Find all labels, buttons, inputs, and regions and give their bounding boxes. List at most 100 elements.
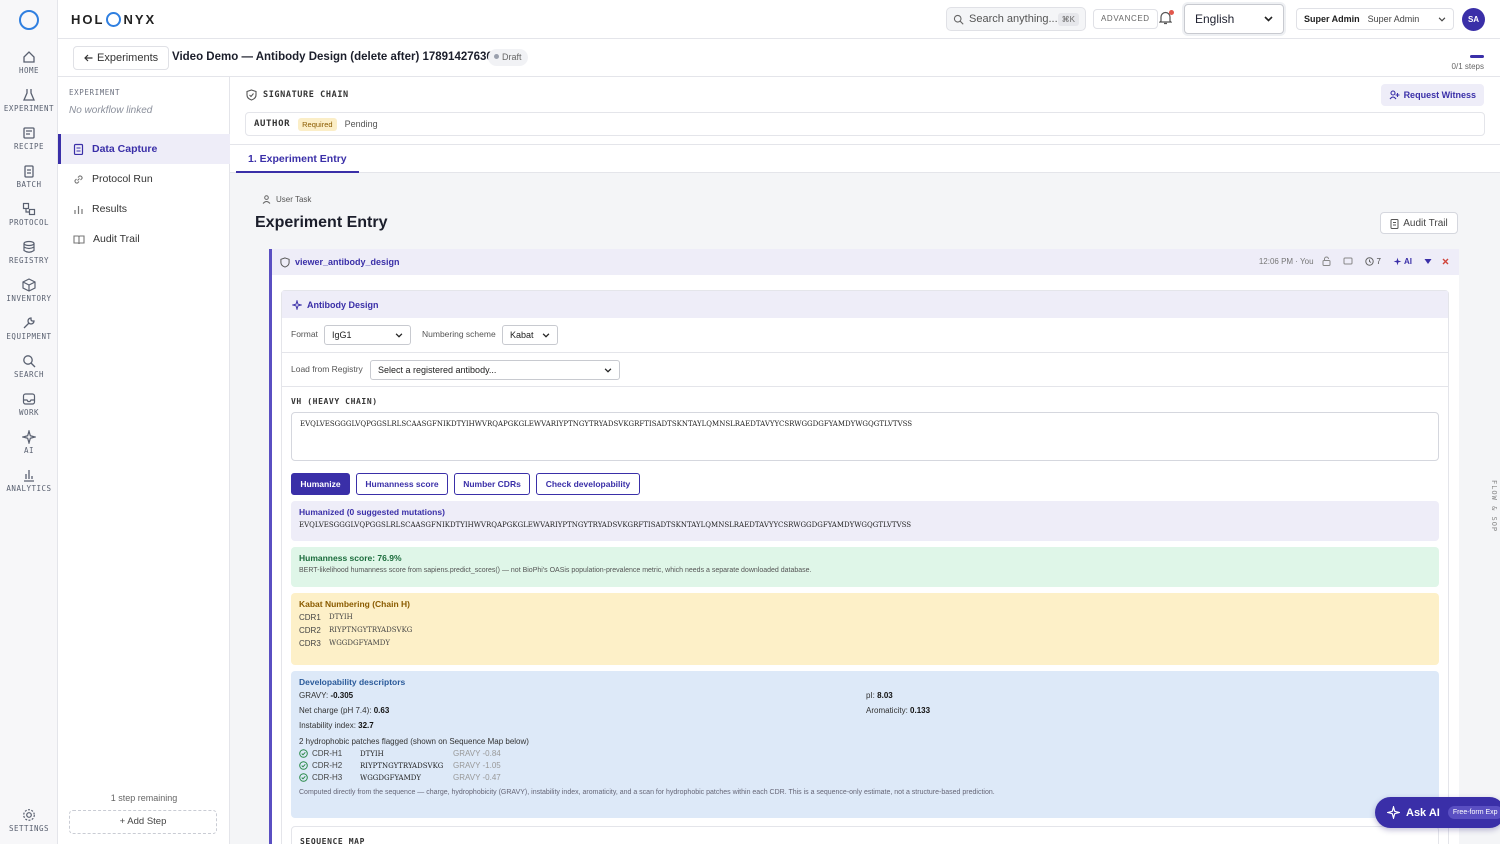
chevron-down-icon[interactable] [1424, 258, 1432, 265]
close-icon[interactable] [1442, 258, 1449, 265]
registry-select[interactable]: Select a registered antibody... [370, 360, 620, 380]
rail-label: REGISTRY [8, 256, 50, 265]
rail-item-protocol[interactable]: PROTOCOL [0, 202, 58, 238]
developability-title: Developability descriptors [299, 677, 406, 687]
rail-item-ai[interactable]: AI [0, 430, 58, 466]
user-task-label: User Task [262, 195, 311, 204]
audit-trail-button[interactable]: Audit Trail [1380, 212, 1458, 234]
sidebar-item-results[interactable]: Results [58, 194, 230, 224]
rail-item-experiment[interactable]: EXPERIMENT [0, 88, 58, 124]
rail-label: WORK [18, 408, 40, 417]
back-to-experiments-button[interactable]: Experiments [73, 46, 170, 70]
card-name: viewer_antibody_design [295, 257, 400, 267]
sidebar-item-label: Results [92, 203, 128, 215]
chevron-down-icon [1264, 16, 1273, 22]
home-icon [23, 51, 35, 63]
chevron-down-icon [395, 332, 403, 338]
comment-icon[interactable] [1343, 257, 1353, 266]
format-select[interactable]: IgG1 [324, 325, 411, 345]
ask-ai-hint: Free-form Exp [1447, 806, 1500, 819]
step-progress: 0/1 steps [1452, 55, 1484, 71]
request-witness-button[interactable]: Request Witness [1380, 84, 1484, 106]
add-step-button[interactable]: + Add Step [69, 810, 217, 834]
registry-value: Select a registered antibody... [378, 365, 497, 375]
patch-gravy: GRAVY -0.84 [453, 749, 501, 758]
gravy-number: -0.305 [330, 691, 354, 700]
brand-o-mark [106, 12, 122, 27]
language-value: English [1195, 12, 1235, 26]
user-menu[interactable]: Super Admin Super Admin [1296, 8, 1454, 30]
check-circle-icon [299, 761, 308, 770]
cdr-sequence: RIYPTNGYTRYADSVKG [329, 626, 413, 634]
rail-item-equipment[interactable]: EQUIPMENT [0, 316, 58, 352]
aromaticity-number: 0.133 [910, 706, 931, 715]
rail-item-batch[interactable]: BATCH [0, 164, 58, 200]
numbering-scheme-label: Numbering scheme [422, 329, 496, 339]
notification-dot [1169, 10, 1174, 15]
lock-icon[interactable] [1322, 256, 1331, 266]
patch-gravy: GRAVY -0.47 [453, 773, 501, 782]
wrench-icon [23, 317, 35, 329]
humanness-score-button[interactable]: Humanness score [356, 473, 448, 495]
rail-label: PROTOCOL [8, 218, 50, 227]
rail-item-registry[interactable]: REGISTRY [0, 240, 58, 276]
bar-chart-icon [24, 470, 34, 482]
sidebar-item-protocol-run[interactable]: Protocol Run [58, 164, 230, 194]
ai-toggle[interactable]: AI [1404, 257, 1412, 266]
rail-item-search[interactable]: SEARCH [0, 354, 58, 390]
tab-experiment-entry[interactable]: 1. Experiment Entry [236, 145, 359, 173]
developability-note: Computed directly from the sequence — ch… [299, 789, 995, 796]
app-logo[interactable] [19, 10, 39, 30]
clock-icon[interactable] [1364, 256, 1374, 266]
rail-item-recipe[interactable]: RECIPE [0, 126, 58, 162]
aromaticity-value: Aromaticity: 0.133 [866, 706, 930, 715]
rail-item-analytics[interactable]: ANALYTICS [0, 468, 58, 504]
instability-value: Instability index: 32.7 [299, 721, 374, 730]
signature-role: AUTHOR [254, 119, 291, 129]
patch-row: CDR-H2 RIYPTNGYTRYADSVKG GRAVY -1.05 [299, 761, 1431, 770]
rail-item-work[interactable]: WORK [0, 392, 58, 428]
rail-item-inventory[interactable]: INVENTORY [0, 278, 58, 314]
sidebar-item-audit-trail[interactable]: Audit Trail [58, 224, 230, 254]
sidebar-item-data-capture[interactable]: Data Capture [58, 134, 230, 164]
user-task-text: User Task [276, 195, 312, 204]
card-meta: 12:06 PM · You 7 AI [1259, 256, 1449, 266]
rail-item-settings[interactable]: SETTINGS [0, 808, 58, 844]
vh-sequence-input[interactable]: EVQLVESGGGLVQPGGSLRLSCAASGFNIKDTYIHWVRQA… [291, 412, 1439, 461]
chevron-down-icon [1438, 16, 1446, 22]
arrow-left-icon [84, 54, 93, 62]
sidebar-item-label: Protocol Run [92, 173, 153, 185]
humanize-button[interactable]: Humanize [291, 473, 350, 495]
cdr-sequence: DTYIH [329, 613, 353, 621]
brand-logo[interactable]: HOL NYX [71, 12, 156, 27]
check-developability-button[interactable]: Check developability [536, 473, 640, 495]
language-select[interactable]: English [1184, 4, 1284, 34]
flask-icon [23, 89, 35, 101]
rail-label: EXPERIMENT [3, 104, 55, 113]
rail-label: RECIPE [13, 142, 45, 151]
net-charge-value: Net charge (pH 7.4): 0.63 [299, 706, 389, 715]
numbering-scheme-value: Kabat [510, 330, 534, 340]
protocol-icon [22, 202, 36, 216]
check-circle-icon [299, 749, 308, 758]
numbering-scheme-select[interactable]: Kabat [502, 325, 558, 345]
aromaticity-label: Aromaticity: [866, 706, 908, 715]
signature-chain-title: SIGNATURE CHAIN [246, 89, 349, 101]
advanced-search-button[interactable]: ADVANCED [1093, 9, 1158, 29]
ask-ai-button[interactable]: Ask AI Free-form Exp [1375, 797, 1500, 828]
flow-sop-drawer-toggle[interactable]: FLOW & SOP [1488, 480, 1498, 532]
steps-remaining: 1 step remaining [110, 793, 178, 803]
hydrophobic-patches-summary: 2 hydrophobic patches flagged (shown on … [299, 737, 529, 746]
book-icon [73, 234, 85, 244]
patch-row: CDR-H3 WGGDGFYAMDY GRAVY -0.47 [299, 773, 1431, 782]
rail-label: AI [23, 446, 35, 455]
patch-sequence: DTYIH [360, 749, 384, 758]
number-cdrs-button[interactable]: Number CDRs [454, 473, 530, 495]
avatar[interactable]: SA [1462, 8, 1485, 31]
recipe-icon [23, 127, 35, 139]
global-search[interactable]: Search anything... ⌘K [946, 7, 1086, 31]
notifications-button[interactable] [1159, 10, 1174, 25]
sparkle-icon [292, 299, 302, 310]
rail-item-home[interactable]: HOME [0, 50, 58, 86]
rail-label: INVENTORY [6, 294, 52, 303]
